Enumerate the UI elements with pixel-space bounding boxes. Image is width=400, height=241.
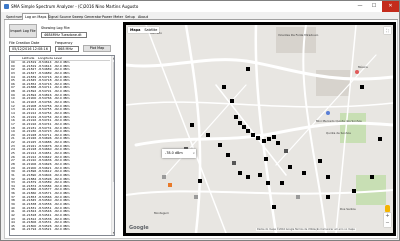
tooltip-text: -78.0 dBm [165,151,183,155]
row-level: -82.0 dBm [54,227,70,232]
map-attribution[interactable]: Dados do mapa ©2016 Google Termos de Uti… [256,228,356,231]
signal-marker [267,137,271,141]
signal-marker [326,175,330,179]
signal-marker [246,129,250,133]
signal-marker [230,99,234,103]
signal-marker [296,195,300,199]
showing-log-file-field[interactable]: 4684MHz Tuesdone.dt [41,32,87,38]
window-title: SMA Simple Spectrum Analyzer - (C)2016 N… [11,4,139,9]
row-latitude: 41.21794 [22,227,37,232]
signal-marker [242,125,246,129]
signal-marker [246,67,250,71]
zoom-out-button[interactable]: − [384,220,391,227]
signal-marker [238,121,242,125]
map-label-musica: Música [358,65,368,69]
file-creation-date-field[interactable]: 05/12/2016 12:08:16 [9,46,51,52]
scroll-thumb[interactable] [112,62,114,182]
signal-marker [226,153,230,157]
map-label-quinta: Quinta de Sonhos [326,131,351,135]
log-on-maps-panel: Import Log File Showing Log File: 4684MH… [4,20,398,239]
signal-marker [194,195,198,199]
map-type-map[interactable]: Mapa [128,27,142,33]
signal-marker [246,175,250,179]
table-row[interactable]: 46 41.21794 -8.54521 -82.0 dBm [10,228,110,232]
map-label-dos-santos: Dos Santos [340,207,356,211]
signal-marker [360,85,364,89]
signal-marker [288,165,292,169]
frequency-field[interactable]: 868 MHz [55,46,79,52]
signal-marker [326,195,330,199]
signal-marker [232,161,236,165]
street-view-pegman-icon[interactable] [385,205,390,212]
signal-marker [162,175,166,179]
place-pin-icon [355,70,359,74]
signal-marker [284,149,288,153]
map-type-control: Mapa Satélite [128,27,160,33]
signal-marker [222,85,226,89]
signal-marker [262,139,266,143]
fullscreen-icon[interactable]: ⛶ [384,27,391,34]
file-creation-date-label: File Creation Date [9,41,40,45]
signal-marker [218,143,222,147]
signal-marker [276,141,280,145]
maximize-button[interactable]: ☐ [367,1,381,12]
place-pin-icon [326,111,330,115]
import-log-file-button[interactable]: Import Log File [9,24,37,38]
signal-marker [302,171,306,175]
signal-marker [370,175,374,179]
signal-marker [378,137,382,141]
map-type-satellite[interactable]: Satélite [142,27,159,33]
app-window: SMA Simple Spectrum Analyzer - (C)2016 N… [0,0,400,241]
signal-marker [168,183,172,187]
signal-marker [272,205,276,209]
signal-marker [318,159,322,163]
log-rows: 00 41.21819 -8.54614 -82.0 dBm 00 41.21819 -8.… [10,60,110,232]
tooltip-close-icon[interactable]: × [192,149,195,158]
map-label-vicentes: Vicentes Da Fonte Miradouro [278,33,319,37]
zoom-in-button[interactable]: + [384,213,391,220]
signal-marker [206,133,210,137]
building-block [316,70,350,96]
signal-marker [264,157,268,161]
signal-marker [258,173,262,177]
row-index: 46 [11,227,15,232]
signal-marker [280,181,284,185]
showing-log-file-label: Showing Log File: [41,26,71,30]
minimize-button[interactable]: — [353,1,367,12]
row-longitude: -8.54521 [38,227,52,232]
google-logo: Google [129,225,149,231]
google-map[interactable]: Mercado Vicentes Da Fonte Miradouro Músi… [126,25,393,233]
signal-marker [238,171,242,175]
signal-marker [190,123,194,127]
title-bar: SMA Simple Spectrum Analyzer - (C)2016 N… [1,1,399,12]
signal-marker [266,181,270,185]
signal-marker [256,136,260,140]
park-area [340,113,366,143]
app-icon [4,4,9,9]
close-button[interactable]: ✕ [382,1,399,12]
signal-marker [272,135,276,139]
tab-bar: Spectrum Log on Maps Signal Source Sweep… [4,13,398,20]
map-label-montegum: Montegum [154,211,169,215]
frequency-label: Frequency [55,41,73,45]
signal-marker [251,133,255,137]
log-scrollbar[interactable]: ▲ ▼ [111,56,114,235]
signal-marker [352,189,356,193]
signal-level-tooltip: -78.0 dBm × [162,149,196,158]
building-block [276,27,316,53]
map-canvas [126,25,393,233]
zoom-control: + − [384,213,391,227]
scroll-up-icon[interactable]: ▲ [112,56,114,60]
signal-marker [198,179,202,183]
map-label-mini-mercado: Mini Mercado Quinta dos Sonhos [316,119,362,123]
scroll-down-icon[interactable]: ▼ [112,231,114,235]
map-frame: Mercado Vicentes Da Fonte Miradouro Músi… [123,22,396,236]
signal-marker [234,115,238,119]
log-table[interactable]: Latitude Longitude Level 00 41.21819 -8.54… [9,55,115,236]
plot-map-button[interactable]: Plot Map [83,45,111,52]
